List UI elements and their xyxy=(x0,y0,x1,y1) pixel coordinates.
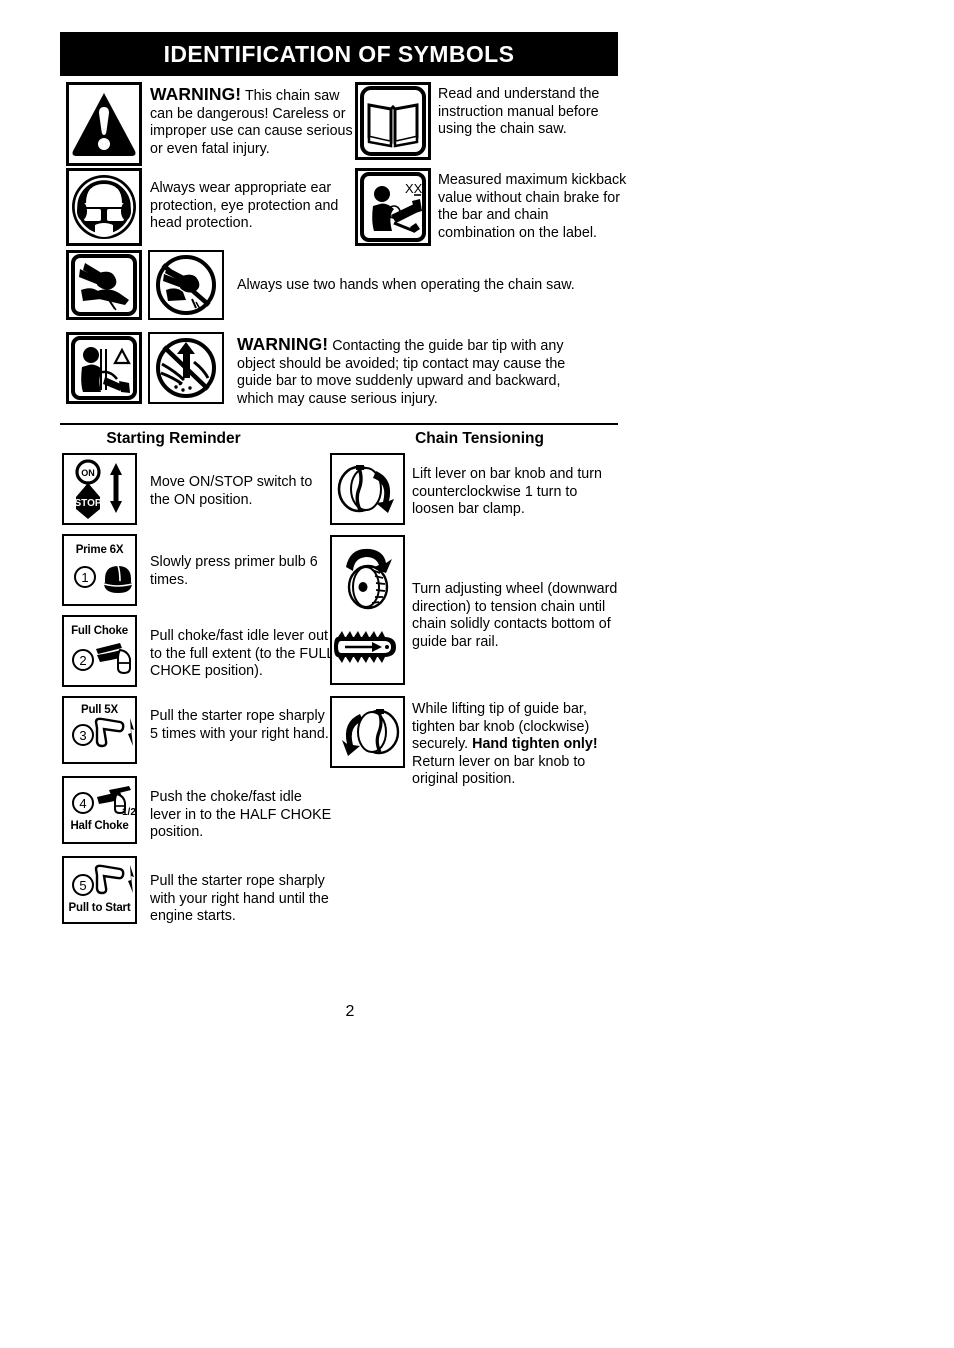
tensioning-step-text-2: While lifting tip of guide bar, tighten … xyxy=(412,701,618,789)
page-title: IDENTIFICATION OF SYMBOLS xyxy=(60,32,618,76)
bar-knob-clockwise-icon xyxy=(330,696,405,768)
measured-kickback-value-icon: XX xyxy=(355,168,431,246)
full-choke-lever-icon: Full Choke 2 xyxy=(62,615,137,687)
tensioning-text-bold: Hand tighten only! xyxy=(472,736,598,753)
page-number: 2 xyxy=(345,1003,355,1020)
step-number-1: 1 xyxy=(74,566,96,588)
adjusting-wheel-icon xyxy=(330,535,405,685)
tensioning-step-text-0: Lift lever on bar knob and turn counterc… xyxy=(412,466,602,518)
step-number-2: 2 xyxy=(72,649,94,671)
on-badge-text: ON xyxy=(81,468,95,478)
step-label-4: Half Choke xyxy=(70,820,129,832)
symbol-ppe-text: Always wear appropriate ear protection, … xyxy=(150,180,339,232)
open-book-manual-icon xyxy=(355,82,431,160)
half-choke-fraction-label: 1/2 xyxy=(122,807,136,818)
primer-bulb-icon: Prime 6X 1 xyxy=(62,534,137,606)
step-label-3: Pull 5X xyxy=(81,704,118,716)
symbol-warning-text-1: WARNING! This chain saw can be dangerous… xyxy=(150,84,356,158)
tensioning-text-part2: Return lever on bar knob to original pos… xyxy=(412,753,586,788)
starter-rope-pull-icon: Pull 5X 3 xyxy=(62,696,137,764)
symbol-kickback-warning-text: WARNING! Contacting the guide bar tip wi… xyxy=(237,334,587,408)
document-page: IDENTIFICATION OF SYMBOLS WARNING! This … xyxy=(0,0,954,1348)
starting-step-text-1: Slowly press primer bulb 6 times. xyxy=(150,554,318,588)
bar-tip-contact-prohibited-icon xyxy=(148,332,224,404)
symbol-two-hands-text: Always use two hands when operating the … xyxy=(237,277,575,293)
starting-step-text-0: Move ON/STOP switch to the ON position. xyxy=(150,474,313,508)
half-choke-lever-icon: 4 1/2 Half Choke xyxy=(62,776,137,844)
pull-to-start-icon: 5 Pull to Start xyxy=(62,856,137,924)
starting-step-text-4: Push the choke/fast idle lever in to the… xyxy=(150,789,332,841)
starting-step-text-3: Pull the starter rope sharply 5 times wi… xyxy=(150,708,329,742)
step-number-5: 5 xyxy=(72,874,94,896)
two-hands-operation-icon xyxy=(66,250,142,320)
chain-tensioning-heading: Chain Tensioning xyxy=(415,430,544,447)
starting-step-text-2: Pull choke/fast idle lever out to the fu… xyxy=(150,628,334,680)
step-label-5: Pull to Start xyxy=(68,902,131,914)
stop-badge-text: STOP xyxy=(74,498,101,509)
step-number-3: 3 xyxy=(72,724,94,746)
step-number-4: 4 xyxy=(72,792,94,814)
bar-knob-counterclockwise-icon xyxy=(330,453,405,525)
step-label-1: Prime 6X xyxy=(75,544,124,556)
head-ear-eye-protection-icon xyxy=(66,168,142,246)
one-hand-prohibited-icon xyxy=(148,250,224,320)
kickback-operator-icon xyxy=(66,332,142,404)
warning-lead-2: WARNING! xyxy=(237,334,329,354)
section-divider xyxy=(60,423,618,425)
starting-step-text-5: Pull the starter rope sharply with your … xyxy=(150,873,329,925)
symbol-kickback-value-text: Measured maximum kickback value without … xyxy=(438,172,627,241)
step-label-2: Full Choke xyxy=(71,625,128,637)
tensioning-step-text-1: Turn adjusting wheel (downward direction… xyxy=(412,581,618,650)
symbol-manual-text: Read and understand the instruction manu… xyxy=(438,86,600,138)
warning-triangle-exclamation-icon xyxy=(66,82,142,166)
on-stop-switch-icon: ON STOP xyxy=(62,453,137,525)
starting-reminder-heading: Starting Reminder xyxy=(106,430,241,447)
warning-lead-1: WARNING! xyxy=(150,84,242,104)
kickback-value-xx-label: XX xyxy=(405,181,423,196)
